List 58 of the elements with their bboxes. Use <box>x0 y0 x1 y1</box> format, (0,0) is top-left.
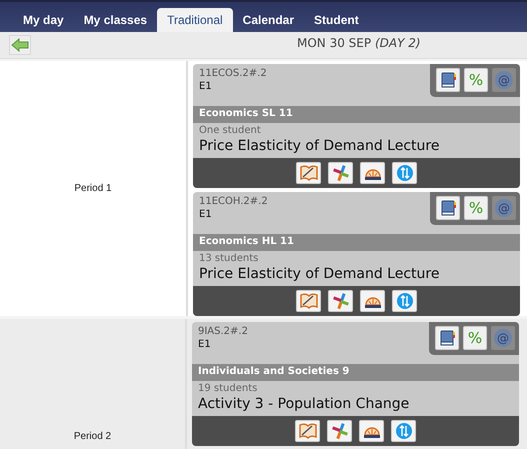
tab[interactable]: My classes <box>74 8 158 32</box>
room-label: E1 <box>199 81 213 92</box>
class-code: 11ECOH.2#.2 <box>199 196 268 207</box>
lesson-title: Price Elasticity of Demand Lecture <box>198 137 440 156</box>
tab[interactable]: Calendar <box>232 8 304 32</box>
subject-name: Economics SL 11 <box>193 106 520 123</box>
book-icon <box>439 199 457 217</box>
open-book-button[interactable] <box>296 290 321 312</box>
protractor-button[interactable] <box>359 420 384 442</box>
arrows-circle-icon <box>394 163 414 183</box>
room-label: E1 <box>198 339 212 350</box>
student-count: 13 students <box>198 252 260 264</box>
pinwheel-icon <box>330 421 350 441</box>
protractor-button[interactable] <box>360 162 385 184</box>
percent-button[interactable]: % <box>463 326 487 350</box>
arrows-circle-icon <box>394 291 414 311</box>
percent-button[interactable]: % <box>464 68 488 92</box>
pinwheel-button[interactable] <box>328 162 353 184</box>
subject-name: Individuals and Societies 9 <box>192 364 519 381</box>
left-arrow-icon <box>11 38 29 52</box>
pinwheel-icon <box>330 291 350 311</box>
open-book-icon <box>298 291 318 311</box>
email-button[interactable]: @ <box>491 326 515 350</box>
arrows-circle-button[interactable] <box>392 290 417 312</box>
email-button[interactable]: @ <box>492 68 516 92</box>
tab[interactable]: Student <box>304 8 369 32</box>
class-code: 11ECOS.2#.2 <box>199 68 267 79</box>
book-icon <box>438 329 456 347</box>
book-button[interactable] <box>436 196 460 220</box>
period-label: Period 1 <box>74 183 112 194</box>
period-label: Period 2 <box>74 431 112 442</box>
back-button[interactable] <box>9 35 31 55</box>
arrows-circle-button[interactable] <box>392 162 417 184</box>
open-book-button[interactable] <box>295 420 320 442</box>
email-button[interactable]: @ <box>492 196 516 220</box>
class-code: 9IAS.2#.2 <box>198 326 248 337</box>
arrows-circle-icon <box>394 421 414 441</box>
student-count: 19 students <box>197 382 258 394</box>
pinwheel-icon <box>330 163 350 183</box>
lesson-title: Price Elasticity of Demand Lecture <box>198 265 440 284</box>
protractor-button[interactable] <box>360 290 385 312</box>
percent-button[interactable]: % <box>464 196 488 220</box>
tab[interactable]: My day <box>13 8 74 32</box>
date-heading: MON 30 SEP (DAY 2) <box>297 36 421 50</box>
book-button[interactable] <box>435 326 459 350</box>
tab[interactable]: Traditional <box>157 8 233 32</box>
pinwheel-button[interactable] <box>327 420 352 442</box>
book-button[interactable] <box>436 68 460 92</box>
student-count: One student <box>198 124 262 136</box>
open-book-icon <box>298 163 318 183</box>
open-book-button[interactable] <box>296 162 321 184</box>
lesson-title: Activity 3 - Population Change <box>197 395 410 414</box>
pinwheel-button[interactable] <box>328 290 353 312</box>
book-icon <box>439 71 457 89</box>
room-label: E1 <box>199 209 213 220</box>
open-book-icon <box>298 421 318 441</box>
subject-name: Economics HL 11 <box>193 234 520 251</box>
arrows-circle-button[interactable] <box>391 420 416 442</box>
